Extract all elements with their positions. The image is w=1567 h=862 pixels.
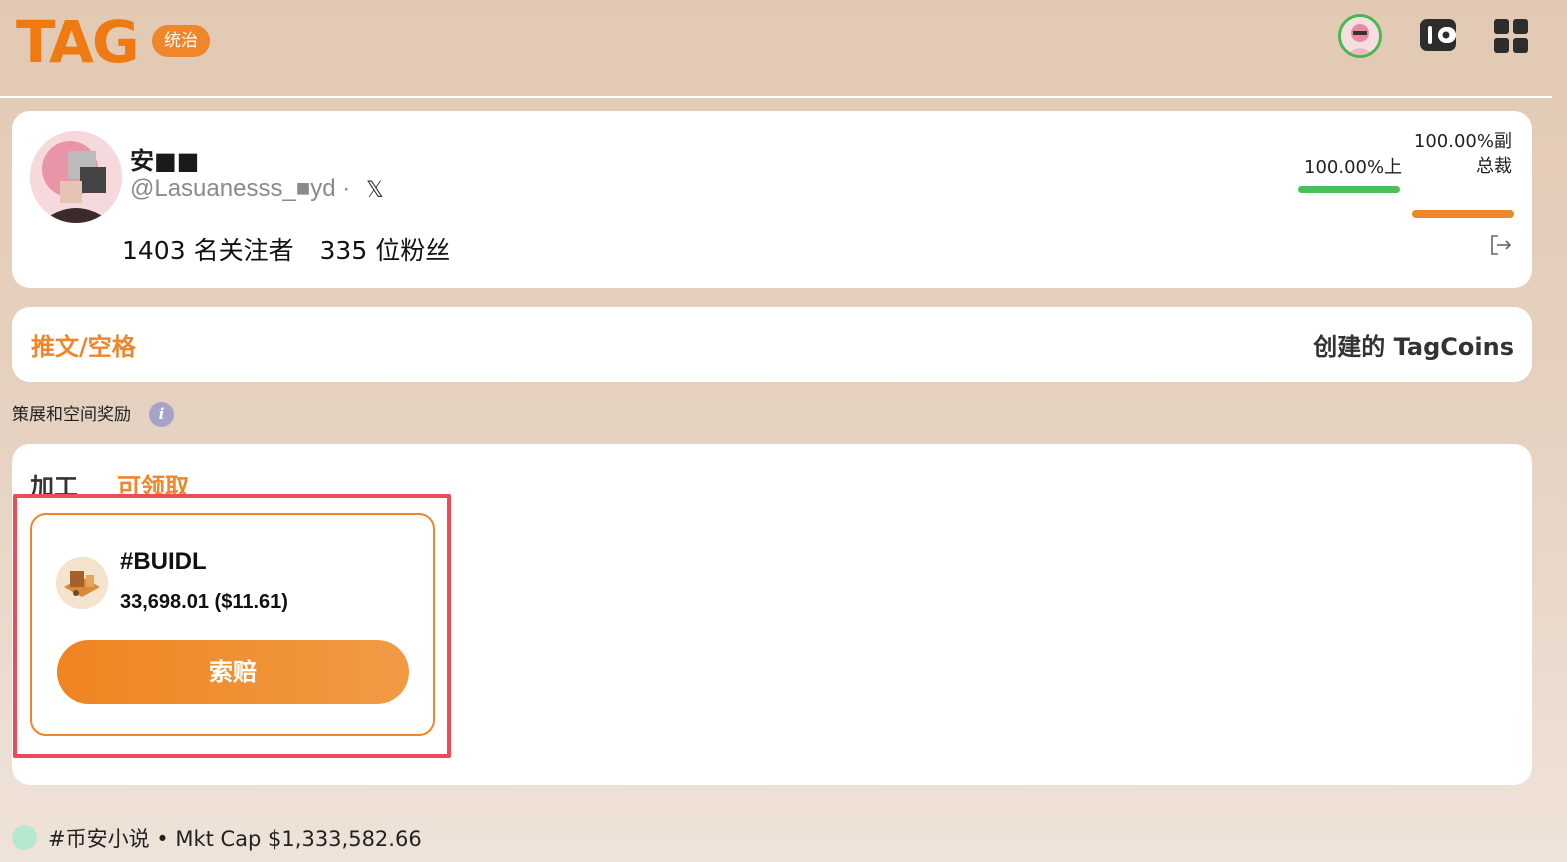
profile-name: 安■■ [130,147,200,175]
header-divider [0,96,1552,98]
profile-handle[interactable]: @Lasuanesss_■yd · [130,175,350,203]
vice-progress-bar [1412,210,1514,218]
x-icon[interactable]: 𝕏 [366,177,384,203]
ticker-dot [12,825,37,850]
tab-tweets-spaces[interactable]: 推文/空格 [31,327,136,362]
followers-count: 335 位粉丝 [319,236,451,265]
coin-amount: 33,698.01 ($11.61) [120,591,288,613]
follow-stats: 1403 名关注者 335 位粉丝 [122,231,468,267]
svg-text:TAG: TAG [16,12,138,68]
avatar-image [1341,17,1379,55]
tab-created-tagcoins[interactable]: 创建的 TagCoins [1313,327,1514,362]
apps-grid-icon[interactable] [1494,19,1528,53]
top-header: TAG 统治 [0,0,1567,98]
following-count: 1403 名关注者 [122,236,294,265]
reward-coin-card: #BUIDL 33,698.01 ($11.61) 索赔 [30,513,435,736]
info-icon[interactable]: i [149,402,174,427]
governance-badge[interactable]: 统治 [152,25,210,57]
coin-icon [56,557,108,609]
tag-logo[interactable]: TAG [16,12,142,68]
profile-avatar [30,131,122,223]
profile-avatar-image [30,131,122,223]
section-title: 策展和空间奖励 [12,405,131,425]
claim-button[interactable]: 索赔 [57,640,409,704]
vice-stat: 100.00%副总裁 [1413,131,1512,177]
user-avatar[interactable] [1338,14,1382,58]
upper-stat: 100.00%上 [1304,157,1403,178]
wallet-icon[interactable] [1418,17,1458,53]
profile-card: 安■■ @Lasuanesss_■yd · 𝕏 1403 名关注者 335 位粉… [12,111,1532,288]
coin-name: #BUIDL [120,548,207,575]
upper-progress-bar [1298,186,1400,193]
logout-icon[interactable] [1488,233,1512,257]
content-tabs: 推文/空格 创建的 TagCoins [12,307,1532,382]
ticker-text[interactable]: #币安小说 • Mkt Cap $1,333,582.66 [48,823,422,853]
